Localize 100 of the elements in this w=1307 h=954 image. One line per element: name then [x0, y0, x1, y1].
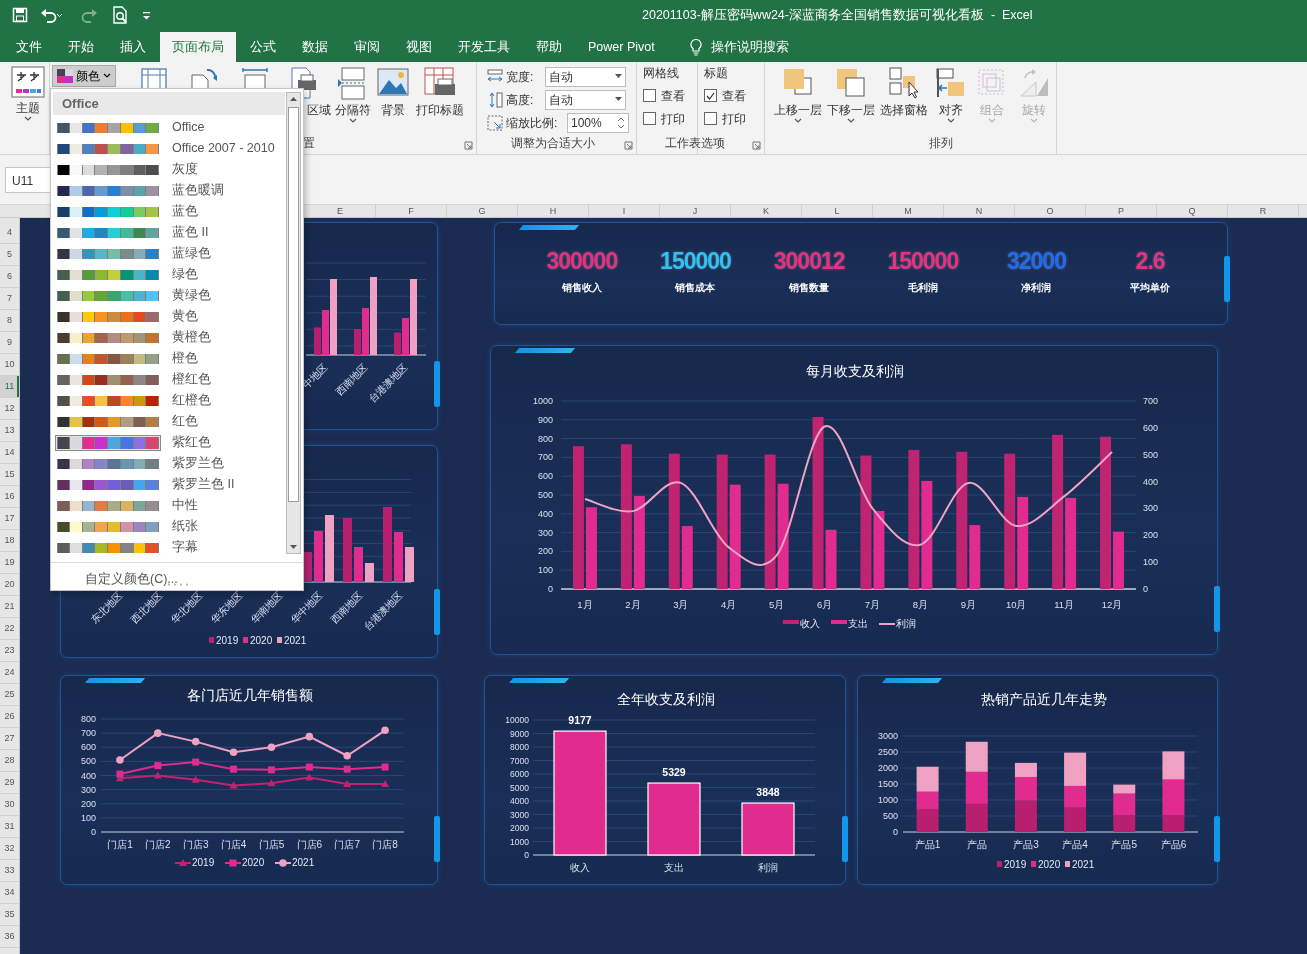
checkbox[interactable]: [704, 89, 717, 102]
palette-name[interactable]: 蓝色 II: [172, 223, 209, 242]
row-header[interactable]: 14: [0, 442, 19, 464]
ribbon-button[interactable]: 分隔符: [330, 62, 375, 124]
row-header[interactable]: 36: [0, 926, 19, 948]
swatch-strip[interactable]: [55, 414, 161, 429]
ribbon-button[interactable]: 对齐: [931, 62, 971, 124]
column-header[interactable]: N: [944, 205, 1015, 217]
input-field[interactable]: 100%: [567, 112, 629, 133]
palette-name[interactable]: 黄橙色: [172, 328, 211, 347]
checkbox-label[interactable]: 查看: [661, 86, 685, 105]
palette-name[interactable]: 红橙色: [172, 391, 211, 410]
column-header[interactable]: E: [305, 205, 376, 217]
print-preview-icon[interactable]: [112, 6, 130, 24]
palette-name[interactable]: 橙色: [172, 349, 198, 368]
swatch-strip[interactable]: [55, 330, 161, 345]
swatch-strip[interactable]: [55, 477, 161, 492]
swatch-strip[interactable]: [55, 183, 161, 198]
row-header[interactable]: 12: [0, 398, 19, 420]
swatch-strip[interactable]: [55, 372, 161, 387]
row-header[interactable]: 29: [0, 772, 19, 794]
checkbox[interactable]: [643, 89, 656, 102]
column-header[interactable]: R: [1228, 205, 1299, 217]
undo-icon[interactable]: [40, 7, 64, 23]
palette-name[interactable]: 橙红色: [172, 370, 211, 389]
checkbox[interactable]: [704, 112, 717, 125]
palette-name[interactable]: 纸张: [172, 517, 198, 536]
row-header[interactable]: 34: [0, 882, 19, 904]
checkbox-label[interactable]: 打印: [722, 109, 746, 128]
row-header[interactable]: 21: [0, 596, 19, 618]
swatch-strip[interactable]: [55, 267, 161, 282]
palette-name[interactable]: 蓝色: [172, 202, 198, 221]
row-header[interactable]: 18: [0, 530, 19, 552]
menu-item[interactable]: 自定义颜色(C)...: [85, 572, 178, 586]
column-header[interactable]: M: [873, 205, 944, 217]
swatch-strip[interactable]: [55, 351, 161, 366]
palette-name[interactable]: 字幕: [172, 538, 198, 557]
column-header[interactable]: H: [518, 205, 589, 217]
palette-name[interactable]: 绿色: [172, 265, 198, 284]
row-header[interactable]: 19: [0, 552, 19, 574]
swatch-strip[interactable]: [55, 141, 161, 156]
ribbon-button[interactable]: 打印标题: [410, 62, 470, 118]
swatch-strip[interactable]: [55, 456, 161, 471]
row-header[interactable]: 32: [0, 838, 19, 860]
ribbon-tab[interactable]: 页面布局: [160, 32, 236, 62]
palette-name[interactable]: 灰度: [172, 160, 198, 179]
palette-name[interactable]: 黄绿色: [172, 286, 211, 305]
ribbon-tab[interactable]: 数据: [290, 32, 340, 62]
swatch-strip[interactable]: [55, 434, 161, 451]
palette-name[interactable]: Office 2007 - 2010: [172, 139, 275, 158]
swatch-strip[interactable]: [55, 393, 161, 408]
ribbon-button[interactable]: 上移一层: [771, 62, 825, 124]
swatch-strip[interactable]: [55, 225, 161, 240]
palette-name[interactable]: 紫罗兰色 II: [172, 475, 235, 494]
row-header[interactable]: 30: [0, 794, 19, 816]
row-header[interactable]: 7: [0, 288, 19, 310]
ribbon-tab[interactable]: 公式: [238, 32, 288, 62]
row-header[interactable]: 27: [0, 728, 19, 750]
column-header[interactable]: P: [1086, 205, 1157, 217]
scrollbar[interactable]: [286, 92, 301, 554]
row-header[interactable]: 11: [0, 376, 19, 398]
row-header[interactable]: 15: [0, 464, 19, 486]
row-header[interactable]: 25: [0, 684, 19, 706]
row-header[interactable]: 35: [0, 904, 19, 926]
checkbox[interactable]: [643, 112, 656, 125]
ribbon-tab[interactable]: Power Pivot: [576, 32, 667, 62]
column-header[interactable]: J: [660, 205, 731, 217]
ribbon-tab[interactable]: 文件: [4, 32, 54, 62]
row-header[interactable]: 9: [0, 332, 19, 354]
swatch-strip[interactable]: [55, 120, 161, 135]
palette-name[interactable]: 蓝色暖调: [172, 181, 224, 200]
palette-name[interactable]: 紫红色: [172, 433, 211, 452]
row-header[interactable]: 8: [0, 310, 19, 332]
palette-name[interactable]: 中性: [172, 496, 198, 515]
ribbon-tab[interactable]: 开始: [56, 32, 106, 62]
row-header[interactable]: 4: [0, 222, 19, 244]
column-header[interactable]: I: [589, 205, 660, 217]
dialog-launcher-icon[interactable]: [624, 141, 633, 150]
palette-name[interactable]: Office: [172, 118, 205, 137]
row-header[interactable]: 20: [0, 574, 19, 596]
search-prompt[interactable]: 操作说明搜索: [710, 37, 789, 57]
checkbox-label[interactable]: 打印: [661, 109, 685, 128]
swatch-strip[interactable]: [55, 246, 161, 261]
column-header[interactable]: O: [1015, 205, 1086, 217]
dialog-launcher-icon[interactable]: [464, 141, 473, 150]
swatch-strip[interactable]: [55, 204, 161, 219]
column-header[interactable]: K: [731, 205, 802, 217]
swatch-strip[interactable]: [55, 540, 161, 555]
ribbon-tab[interactable]: 审阅: [342, 32, 392, 62]
ribbon-tab[interactable]: 帮助: [524, 32, 574, 62]
ribbon-tab[interactable]: 插入: [108, 32, 158, 62]
ribbon-button[interactable]: 背景: [375, 62, 410, 118]
row-header[interactable]: 13: [0, 420, 19, 442]
row-header[interactable]: 6: [0, 266, 19, 288]
row-header[interactable]: 31: [0, 816, 19, 838]
ribbon-tab[interactable]: 视图: [394, 32, 444, 62]
colors-button[interactable]: 颜色: [52, 65, 116, 87]
input-field[interactable]: 自动: [545, 66, 626, 87]
dialog-launcher-icon[interactable]: [752, 141, 761, 150]
column-header[interactable]: L: [802, 205, 873, 217]
